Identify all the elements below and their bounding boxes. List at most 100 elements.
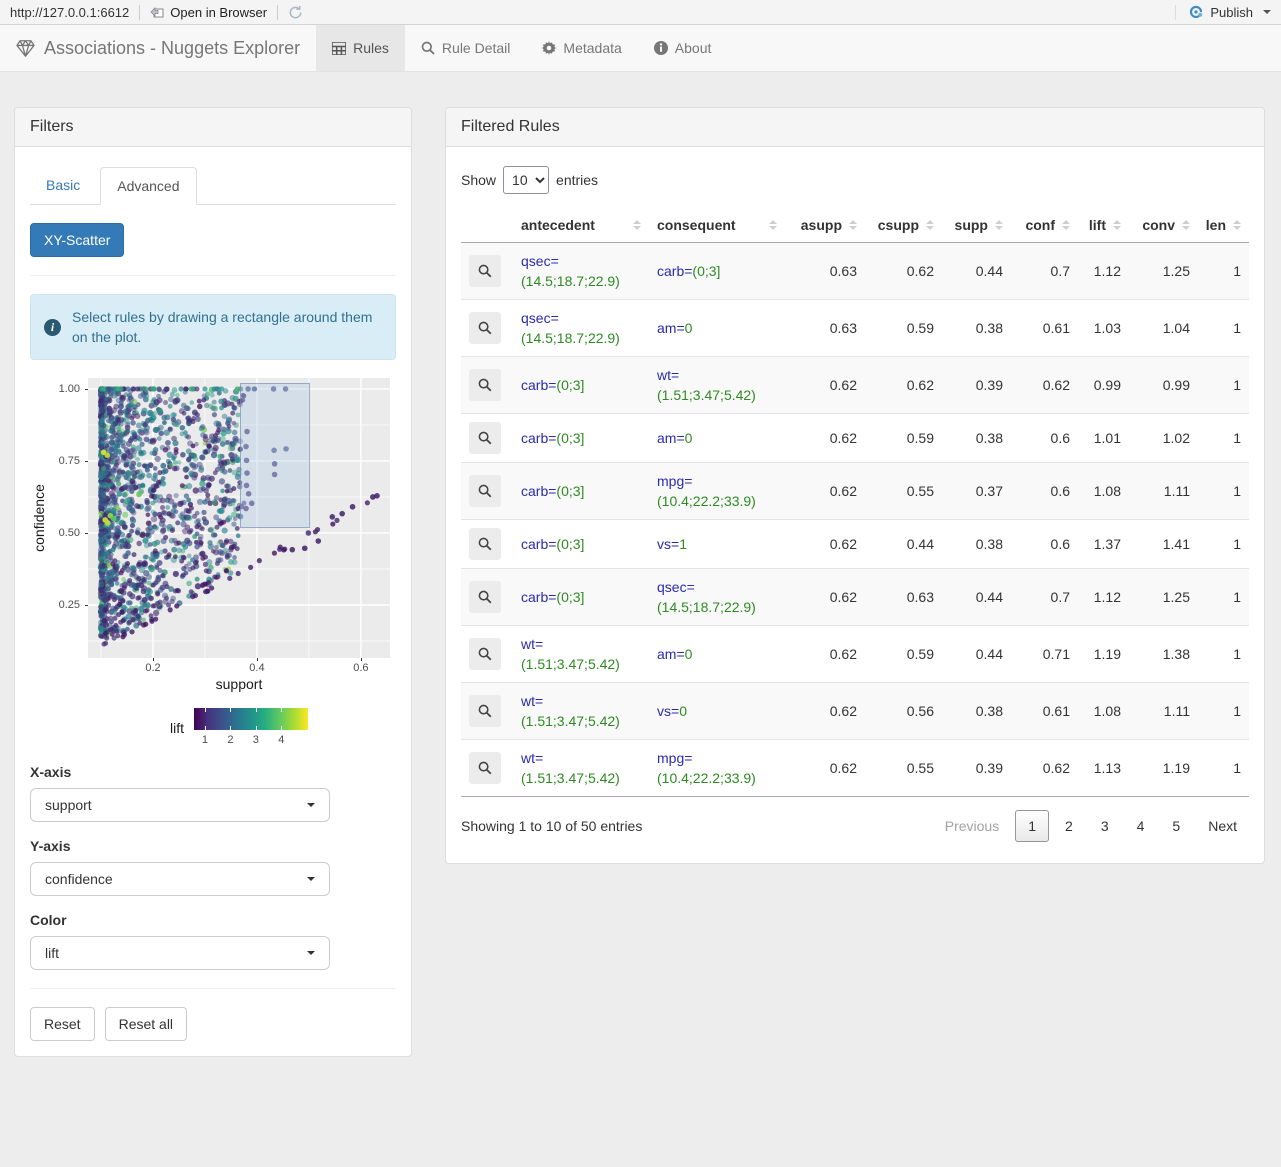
table-row: wt=(1.51;3.47;5.42) am=0 0.62 0.59 0.44 0.71 1… <box>461 625 1249 683</box>
color-select[interactable]: lift <box>30 936 330 970</box>
csupp-value: 0.63 <box>865 568 942 626</box>
inspect-rule-button[interactable] <box>469 475 501 507</box>
legend-tick-label: 3 <box>252 734 259 746</box>
table-icon <box>332 41 347 55</box>
column-header-conv[interactable]: conv <box>1129 208 1198 243</box>
column-header-csupp[interactable]: csupp <box>865 208 942 243</box>
inspect-rule-button[interactable] <box>469 528 501 560</box>
plot-help-text: Select rules by drawing a rectangle arou… <box>72 309 373 345</box>
inspect-rule-button[interactable] <box>469 369 501 401</box>
sort-icon <box>1233 220 1241 230</box>
xaxis-control: X-axis support <box>30 764 396 822</box>
page-button-4[interactable]: 4 <box>1125 811 1157 841</box>
open-in-browser-button[interactable]: Open in Browser <box>150 5 267 20</box>
inspect-rule-button[interactable] <box>469 581 501 613</box>
xy-scatter-button[interactable]: XY-Scatter <box>30 223 125 257</box>
page-length-control: Show 10 entries <box>461 166 1249 194</box>
page-button-2[interactable]: 2 <box>1053 811 1085 841</box>
column-header-consequent[interactable]: consequent <box>649 208 785 243</box>
asupp-value: 0.62 <box>785 356 865 414</box>
lift-value: 1.37 <box>1078 519 1129 569</box>
color-control: Color lift <box>30 912 396 970</box>
lift-value: 1.08 <box>1078 682 1129 740</box>
scatter-plot[interactable] <box>88 378 390 658</box>
len-value: 1 <box>1198 625 1249 683</box>
color-legend: lift 1 2 3 4 <box>170 708 396 748</box>
info-icon <box>653 41 668 55</box>
consequent-cell: qsec=(14.5;18.7;22.9) <box>649 568 785 626</box>
inspect-rule-button[interactable] <box>469 752 501 784</box>
inspect-rule-button[interactable] <box>469 638 501 670</box>
csupp-value: 0.44 <box>865 519 942 569</box>
conv-value: 1.11 <box>1129 462 1198 520</box>
len-value: 1 <box>1198 568 1249 626</box>
len-value: 1 <box>1198 413 1249 463</box>
column-header-lift[interactable]: lift <box>1078 208 1129 243</box>
consequent-cell: am=0 <box>649 413 785 463</box>
legend-tick-label: 2 <box>227 734 234 746</box>
plot-selection-rect[interactable] <box>239 382 310 529</box>
table-row: carb=(0;3] qsec=(14.5;18.7;22.9) 0.62 0.63 0… <box>461 568 1249 626</box>
gear-icon <box>542 41 557 55</box>
next-page-button[interactable]: Next <box>1196 811 1249 841</box>
page-button-5[interactable]: 5 <box>1160 811 1192 841</box>
consequent-cell: am=0 <box>649 625 785 683</box>
publish-button[interactable]: Publish <box>1175 4 1271 20</box>
supp-value: 0.39 <box>942 739 1011 797</box>
page-button-3[interactable]: 3 <box>1089 811 1121 841</box>
xaxis-select[interactable]: support <box>30 788 330 822</box>
sort-icon <box>1062 220 1070 230</box>
inspect-rule-button[interactable] <box>469 312 501 344</box>
viewer-url: http://127.0.0.1:6612 <box>10 4 130 20</box>
publish-caret-icon[interactable] <box>1263 10 1271 14</box>
tab-rules[interactable]: Rules <box>316 25 405 71</box>
conf-value: 0.62 <box>1011 356 1078 414</box>
search-icon <box>421 41 435 55</box>
inspect-rule-button[interactable] <box>469 422 501 454</box>
publish-icon <box>1188 5 1204 19</box>
tab-basic[interactable]: Basic <box>30 167 96 205</box>
table-row: carb=(0;3] mpg=(10.4;22.2;33.9) 0.62 0.55 0.… <box>461 462 1249 520</box>
chevron-down-icon <box>307 877 315 881</box>
info-circle-icon: i <box>44 318 61 336</box>
asupp-value: 0.62 <box>785 413 865 463</box>
x-axis-ticks: 0.2 0.4 0.6 <box>88 658 390 676</box>
consequent-cell: vs=1 <box>649 519 785 569</box>
page-length-select[interactable]: 10 <box>503 166 550 194</box>
filters-panel: Filters Basic Advanced XY-Scatter i Sele… <box>14 107 412 1057</box>
lift-value: 1.13 <box>1078 739 1129 797</box>
table-row: carb=(0;3] am=0 0.62 0.59 0.38 0.6 1.01 1.02 1 <box>461 413 1249 463</box>
len-value: 1 <box>1233 263 1241 279</box>
tab-metadata[interactable]: Metadata <box>526 25 637 71</box>
antecedent-cell: carb=(0;3] <box>513 568 649 626</box>
csupp-value: 0.59 <box>865 299 942 357</box>
previous-page-button[interactable]: Previous <box>933 811 1011 841</box>
conf-value: 0.6 <box>1011 462 1078 520</box>
tab-rule-detail[interactable]: Rule Detail <box>405 25 526 71</box>
lift-value: 0.99 <box>1078 356 1129 414</box>
asupp-value: 0.62 <box>785 625 865 683</box>
consequent-cell: mpg=(10.4;22.2;33.9) <box>649 462 785 520</box>
conf-value: 0.61 <box>1011 299 1078 357</box>
reset-button[interactable]: Reset <box>30 1007 95 1041</box>
column-header-supp[interactable]: supp <box>942 208 1011 243</box>
tab-advanced[interactable]: Advanced <box>100 167 197 205</box>
supp-value: 0.38 <box>942 299 1011 357</box>
inspect-rule-button[interactable] <box>469 255 501 287</box>
page-button-1[interactable]: 1 <box>1015 810 1050 842</box>
column-header-antecedent[interactable]: antecedent <box>513 208 649 243</box>
yaxis-select[interactable]: confidence <box>30 862 330 896</box>
column-header-conf[interactable]: conf <box>1011 208 1078 243</box>
divider <box>277 4 279 20</box>
reset-all-button[interactable]: Reset all <box>104 1007 188 1041</box>
table-row: carb=(0;3] vs=1 0.62 0.44 0.38 0.6 1.37 1.41 1 <box>461 519 1249 569</box>
column-header-asupp[interactable]: asupp <box>785 208 865 243</box>
refresh-icon[interactable] <box>288 5 303 20</box>
len-value: 1 <box>1198 462 1249 520</box>
tab-about[interactable]: About <box>638 25 728 71</box>
conf-value: 0.61 <box>1011 682 1078 740</box>
antecedent-cell: carb=(0;3] <box>513 356 649 414</box>
inspect-rule-button[interactable] <box>469 695 501 727</box>
column-header-len[interactable]: len <box>1198 208 1249 243</box>
app-brand: Associations - Nuggets Explorer <box>0 25 316 71</box>
